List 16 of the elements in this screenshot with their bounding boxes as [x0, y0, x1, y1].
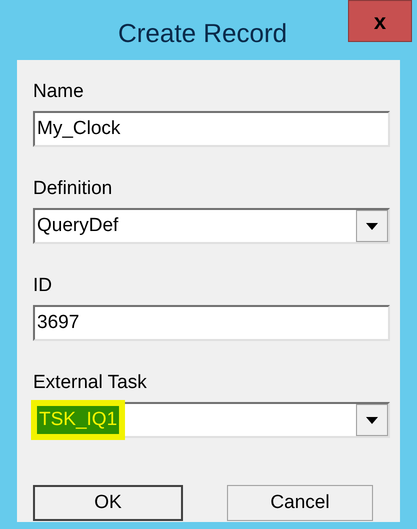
- field-label: External Task: [33, 371, 148, 395]
- field-value: 3697: [37, 310, 80, 335]
- dropdown-field[interactable]: TSK_IQ1: [33, 402, 390, 438]
- dialog-button[interactable]: OK: [33, 485, 183, 521]
- field-label: ID: [33, 274, 53, 298]
- input-field[interactable]: 3697: [33, 305, 390, 341]
- field-value: QueryDef: [37, 214, 118, 238]
- field-value: My_Clock: [37, 116, 120, 141]
- close-button[interactable]: x: [348, 0, 412, 42]
- dialog-button[interactable]: Cancel: [227, 485, 373, 521]
- field-label: Name: [33, 80, 85, 104]
- input-field[interactable]: My_Clock: [33, 111, 390, 147]
- field-value: TSK_IQ1: [37, 406, 120, 434]
- field-label: Definition: [33, 177, 114, 201]
- dropdown-field[interactable]: QueryDef: [33, 208, 390, 244]
- window-title: Create Record: [118, 17, 288, 50]
